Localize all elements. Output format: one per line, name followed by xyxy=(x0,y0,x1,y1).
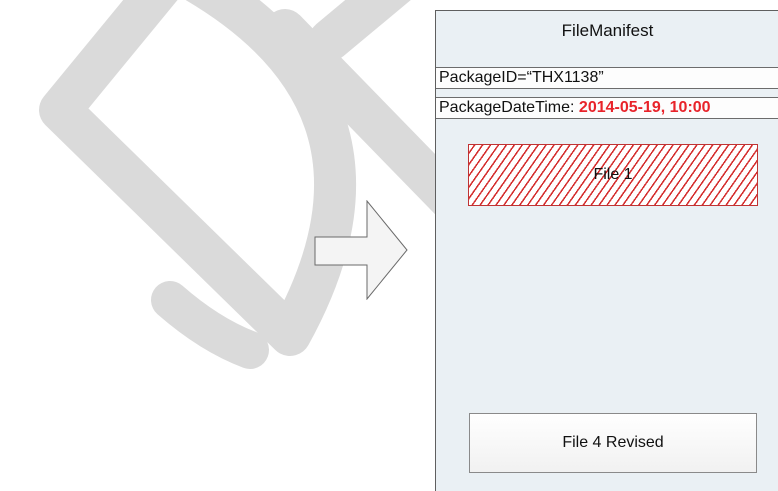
package-datetime-label: PackageDateTime: xyxy=(439,99,579,116)
package-id-field: PackageID=“THX1138” xyxy=(436,67,778,89)
package-datetime-field: PackageDateTime: 2014-05-19, 10:00 xyxy=(436,97,778,119)
manifest-title: FileManifest xyxy=(561,21,654,40)
file-1-box: File 1 xyxy=(468,144,758,206)
file-4-revised-box: File 4 Revised xyxy=(469,413,757,473)
package-id-text: PackageID=“THX1138” xyxy=(439,69,604,86)
file-manifest-panel: FileManifest PackageID=“THX1138” Package… xyxy=(435,10,778,491)
file-1-label: File 1 xyxy=(593,166,633,183)
diagram-canvas: FileManifest PackageID=“THX1138” Package… xyxy=(0,0,778,491)
package-datetime-value: 2014-05-19, 10:00 xyxy=(578,99,711,116)
right-arrow-icon xyxy=(314,200,408,300)
file-4-revised-label: File 4 Revised xyxy=(562,434,664,451)
